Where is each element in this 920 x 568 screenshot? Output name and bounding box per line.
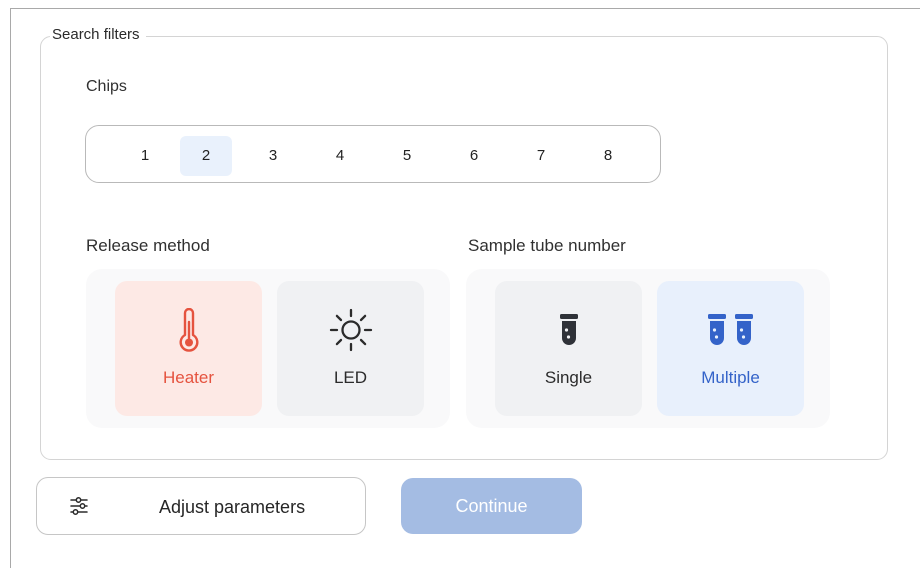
led-label: LED	[333, 368, 368, 387]
sample-tube-number-label: Sample tube number	[468, 236, 626, 255]
chip-2[interactable]: 2	[180, 136, 232, 176]
sun-icon	[277, 308, 424, 352]
multiple-label: Multiple	[701, 368, 760, 387]
single-option[interactable]: Single	[495, 281, 642, 416]
adjust-parameters-label: Adjust parameters	[159, 497, 306, 517]
chip-5[interactable]: 5	[381, 136, 433, 176]
chip-7[interactable]: 7	[515, 136, 567, 176]
chips-label: Chips	[86, 78, 127, 95]
led-option[interactable]: LED	[277, 281, 424, 416]
continue-button[interactable]: Continue	[401, 478, 582, 534]
chip-6[interactable]: 6	[448, 136, 500, 176]
sample-tube-number-group: Single Multiple	[466, 269, 830, 428]
multiple-option[interactable]: Multiple	[657, 281, 804, 416]
single-label: Single	[544, 368, 593, 387]
chip-1[interactable]: 1	[119, 136, 171, 176]
chip-3[interactable]: 3	[247, 136, 299, 176]
adjust-parameters-button[interactable]: Adjust parameters	[36, 477, 366, 535]
multiple-tubes-icon	[657, 308, 804, 352]
sliders-icon	[69, 496, 89, 521]
chip-selector: 1 2 3 4 5 6 7 8	[85, 125, 661, 183]
heater-option[interactable]: Heater	[115, 281, 262, 416]
chip-8[interactable]: 8	[582, 136, 634, 176]
thermometer-icon	[115, 308, 262, 352]
search-filters-legend: Search filters	[50, 25, 146, 45]
chip-4[interactable]: 4	[314, 136, 366, 176]
single-tube-icon	[495, 308, 642, 352]
heater-label: Heater	[162, 368, 215, 387]
release-method-group: Heater LED	[86, 269, 450, 428]
release-method-label: Release method	[86, 236, 210, 255]
